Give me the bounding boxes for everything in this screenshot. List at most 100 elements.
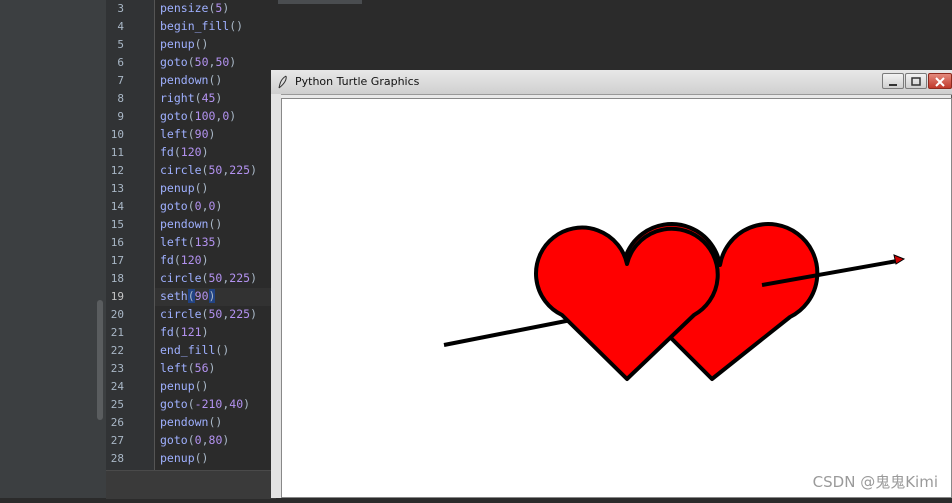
code-punctuation: () [215,343,230,357]
code-line[interactable]: left(56) [160,361,215,375]
line-number: 23 [110,362,124,375]
line-number: 9 [117,110,124,123]
code-punctuation: ) [250,307,257,321]
code-line[interactable]: right(45) [160,91,222,105]
code-number: 225 [229,307,251,321]
code-line[interactable]: left(135) [160,235,222,249]
code-function: pendown [160,217,209,231]
code-function: left [160,235,188,249]
code-line[interactable]: pendown() [160,415,222,429]
code-number: 121 [180,325,202,339]
code-function: right [160,91,195,105]
line-number: 27 [110,434,124,447]
maximize-button[interactable] [905,73,927,89]
window-titlebar[interactable]: Python Turtle Graphics [271,70,952,95]
code-line[interactable]: fd(121) [160,325,209,339]
code-punctuation: () [194,379,209,393]
line-number: 5 [117,38,124,51]
code-punctuation: ) [222,1,230,15]
code-line[interactable]: pendown() [160,73,222,87]
line-number: 16 [110,236,124,249]
code-number: 50 [208,307,223,321]
code-line[interactable]: circle(50,225) [160,271,257,285]
code-punctuation: ) [201,253,209,267]
code-punctuation: ) [208,127,216,141]
code-line[interactable]: penup() [160,451,208,465]
code-line[interactable]: circle(50,225) [160,307,257,321]
code-line[interactable]: circle(50,225) [160,163,257,177]
code-line[interactable]: seth(90) [160,289,216,303]
code-punctuation: () [194,181,209,195]
line-number: 12 [110,164,124,177]
code-punctuation: ( [187,361,195,375]
code-punctuation: ) [201,325,209,339]
code-punctuation: ( [194,91,202,105]
code-punctuation: () [229,19,244,33]
minimize-button[interactable] [882,73,904,89]
line-number: 17 [110,254,124,267]
code-number: 50 [215,55,230,69]
minimize-icon [889,84,897,86]
editor-tab-strip[interactable] [278,0,362,4]
line-number: 19 [110,290,124,303]
code-line[interactable]: pensize(5) [160,1,229,15]
code-punctuation: ) [250,271,257,285]
line-number: 25 [110,398,124,411]
code-line[interactable]: pendown() [160,217,222,231]
line-number: 11 [110,146,124,159]
code-punctuation: ( [187,433,195,447]
code-line[interactable]: end_fill() [160,343,229,357]
turtle-drawing [443,222,906,381]
code-function: begin_fill [160,19,230,33]
code-number: 100 [194,109,216,123]
code-number: 50 [194,55,209,69]
code-number: 120 [180,145,202,159]
code-function: goto [160,199,188,213]
line-number: 21 [110,326,124,339]
code-function: pendown [160,73,209,87]
code-number: 225 [229,271,251,285]
code-line[interactable]: fd(120) [160,253,209,267]
line-number: 26 [110,416,124,429]
turtle-graphics-window[interactable]: Python Turtle Graphics CSDN @鬼鬼Kimi [271,70,952,498]
line-number: 20 [110,308,124,321]
line-number: 28 [110,452,124,465]
code-function: fd [160,325,174,339]
code-number: 135 [194,235,216,249]
code-punctuation: () [208,73,223,87]
code-function: pendown [160,415,209,429]
code-line[interactable]: goto(100,0) [160,109,236,123]
code-line[interactable]: penup() [160,181,208,195]
line-number: 18 [110,272,124,285]
code-line[interactable]: fd(120) [160,145,209,159]
code-function: penup [160,451,195,465]
line-number: 22 [110,344,124,357]
code-punctuation: ( [173,253,181,267]
code-line[interactable]: goto(-210,40) [160,397,250,411]
line-number: 6 [117,56,124,69]
code-line[interactable]: begin_fill() [160,19,243,33]
code-punctuation: ( [173,325,181,339]
code-line[interactable]: goto(0,0) [160,199,222,213]
code-number: 80 [208,433,223,447]
turtle-canvas[interactable] [281,98,952,498]
line-number: 13 [110,182,124,195]
feather-icon [278,75,287,89]
panel-scrollbar[interactable] [97,300,103,420]
code-line[interactable]: penup() [160,379,208,393]
line-number: 15 [110,218,124,231]
code-line[interactable]: left(90) [160,127,215,141]
code-line[interactable]: goto(0,80) [160,433,229,447]
code-line[interactable]: goto(50,50) [160,55,236,69]
code-number: 56 [194,361,209,375]
code-punctuation: ) [208,289,216,303]
code-number: 90 [194,289,209,303]
maximize-icon [911,77,921,86]
line-number: 10 [110,128,124,141]
code-function: left [160,361,188,375]
code-line[interactable]: penup() [160,37,208,51]
code-function: end_fill [160,343,216,357]
close-button[interactable] [928,73,952,89]
line-number: 8 [117,92,124,105]
line-number: 4 [117,20,124,33]
